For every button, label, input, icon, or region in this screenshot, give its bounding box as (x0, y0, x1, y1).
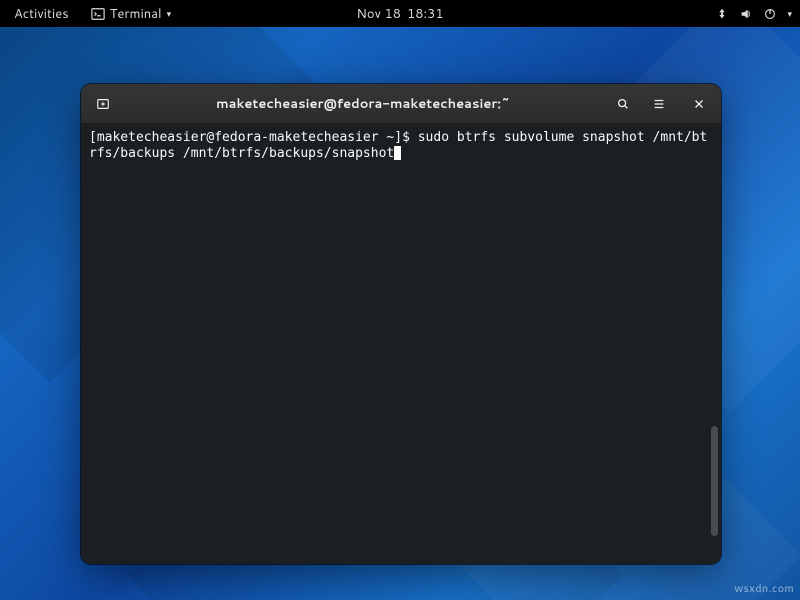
window-title: maketecheasier@fedora-maketecheasier:~ (119, 95, 607, 113)
panel-date: Nov 18 (356, 5, 401, 23)
scrollbar-thumb[interactable] (711, 426, 718, 536)
terminal-window: maketecheasier@fedora-maketecheasier:~ [… (81, 84, 721, 564)
watermark: wsxdn.com (734, 580, 794, 596)
app-menu-label: Terminal (110, 5, 162, 23)
menu-button[interactable] (643, 89, 675, 119)
clock-button[interactable]: Nov 18 18:31 (356, 5, 443, 23)
prompt-text: [maketecheasier@fedora-maketecheasier ~]… (89, 130, 418, 145)
panel-time: 18:31 (407, 5, 444, 23)
gnome-top-panel: Activities Terminal ▾ Nov 18 18:31 ▾ (0, 0, 800, 27)
cursor (394, 146, 401, 160)
search-button[interactable] (607, 89, 639, 119)
activities-label: Activities (14, 5, 69, 23)
activities-button[interactable]: Activities (8, 3, 75, 25)
volume-icon (739, 7, 753, 21)
chevron-down-icon: ▾ (167, 7, 172, 20)
chevron-down-icon: ▾ (787, 7, 792, 20)
power-icon (763, 7, 777, 21)
network-icon (715, 7, 729, 21)
system-tray[interactable]: ▾ (715, 7, 792, 21)
terminal-icon (91, 7, 105, 21)
window-titlebar[interactable]: maketecheasier@fedora-maketecheasier:~ (81, 84, 721, 124)
app-menu-button[interactable]: Terminal ▾ (85, 3, 177, 25)
new-tab-button[interactable] (87, 89, 119, 119)
close-button[interactable] (683, 89, 715, 119)
scrollbar[interactable] (711, 132, 718, 556)
terminal-body[interactable]: [maketecheasier@fedora-maketecheasier ~]… (81, 124, 721, 564)
